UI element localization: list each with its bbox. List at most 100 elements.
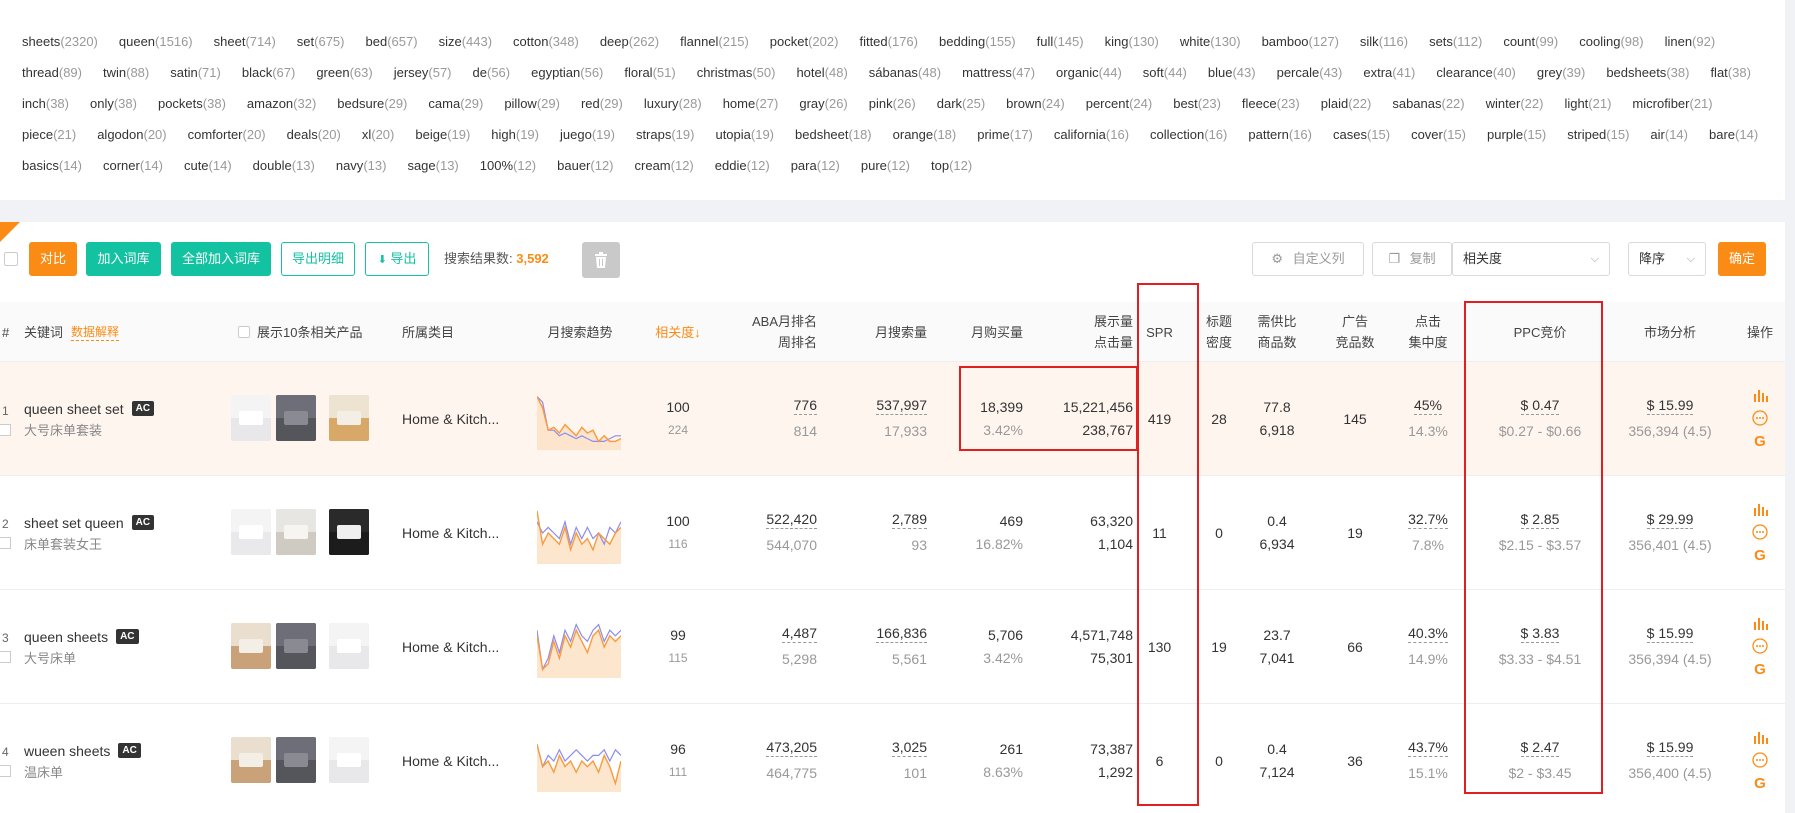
- ppc-bid-value[interactable]: $ 3.83: [1520, 624, 1560, 643]
- col-header-title-density[interactable]: 标题 密度: [1197, 302, 1241, 362]
- confirm-button[interactable]: 确定: [1718, 242, 1766, 276]
- col-header-impressions[interactable]: 展示量 点击量: [1033, 302, 1133, 362]
- product-thumbnail[interactable]: [276, 395, 316, 441]
- keyword-tag[interactable]: linen(92): [1665, 26, 1716, 57]
- keyword-tag[interactable]: sets(112): [1429, 26, 1482, 57]
- google-icon[interactable]: G: [1754, 433, 1766, 450]
- col-header-click-concentration[interactable]: 点击 集中度: [1398, 302, 1458, 362]
- col-header-supply-ratio[interactable]: 需供比 商品数: [1249, 302, 1305, 362]
- bar-chart-icon[interactable]: [1753, 503, 1768, 516]
- keyword-tag[interactable]: brown(24): [1006, 88, 1065, 119]
- keyword-tag[interactable]: king(130): [1105, 26, 1159, 57]
- keyword-tag[interactable]: light(21): [1564, 88, 1611, 119]
- row-checkbox[interactable]: [0, 651, 11, 663]
- search-trend-sparkline[interactable]: [537, 730, 621, 792]
- monthly-search-value[interactable]: 2,789: [891, 510, 927, 529]
- col-header-aba-rank[interactable]: ABA月排名 周排名: [717, 302, 817, 362]
- click-concentration-value[interactable]: 43.7%: [1408, 738, 1448, 757]
- keyword-tag[interactable]: pure(12): [861, 150, 910, 181]
- keyword-tag[interactable]: full(145): [1037, 26, 1084, 57]
- search-trend-sparkline[interactable]: [537, 388, 621, 450]
- keyword-tag[interactable]: xl(20): [362, 119, 395, 150]
- keyword-tag[interactable]: satin(71): [170, 57, 221, 88]
- keyword-link[interactable]: sheet set queen: [24, 512, 124, 534]
- export-button[interactable]: ⬇ 导出: [365, 242, 429, 276]
- keyword-tag[interactable]: thread(89): [22, 57, 82, 88]
- keyword-tag[interactable]: hotel(48): [796, 57, 847, 88]
- aba-rank-value[interactable]: 776: [793, 396, 817, 415]
- keyword-tag[interactable]: silk(116): [1360, 26, 1408, 57]
- keyword-tag[interactable]: deep(262): [600, 26, 659, 57]
- keyword-tag[interactable]: blue(43): [1208, 57, 1256, 88]
- keyword-tag[interactable]: size(443): [439, 26, 492, 57]
- more-options-icon[interactable]: [1752, 523, 1768, 540]
- keyword-tag[interactable]: organic(44): [1056, 57, 1122, 88]
- keyword-tag[interactable]: cooling(98): [1579, 26, 1643, 57]
- product-thumbnail[interactable]: [231, 623, 271, 669]
- keyword-tag[interactable]: count(99): [1503, 26, 1558, 57]
- custom-columns-button[interactable]: ⚙ 自定义列: [1252, 242, 1364, 276]
- keyword-tag[interactable]: white(130): [1180, 26, 1241, 57]
- keyword-tag[interactable]: pattern(16): [1248, 119, 1312, 150]
- keyword-tag[interactable]: queen(1516): [119, 26, 193, 57]
- keyword-tag[interactable]: california(16): [1054, 119, 1129, 150]
- keyword-tag[interactable]: plaid(22): [1321, 88, 1372, 119]
- keyword-tag[interactable]: juego(19): [560, 119, 615, 150]
- keyword-tag[interactable]: top(12): [931, 150, 972, 181]
- ppc-bid-value[interactable]: $ 2.85: [1520, 510, 1560, 529]
- keyword-tag[interactable]: bamboo(127): [1262, 26, 1339, 57]
- keyword-tag[interactable]: inch(38): [22, 88, 69, 119]
- keyword-tag[interactable]: green(63): [316, 57, 372, 88]
- keyword-tag[interactable]: corner(14): [103, 150, 163, 181]
- col-header-monthly-search[interactable]: 月搜索量: [830, 302, 927, 362]
- keyword-tag[interactable]: beige(19): [415, 119, 470, 150]
- keyword-tag[interactable]: bare(14): [1709, 119, 1758, 150]
- product-thumbnail[interactable]: [231, 395, 271, 441]
- keyword-tag[interactable]: algodon(20): [97, 119, 166, 150]
- more-options-icon[interactable]: [1752, 751, 1768, 768]
- monthly-search-value[interactable]: 166,836: [876, 624, 927, 643]
- product-thumbnail[interactable]: [329, 737, 369, 783]
- col-header-monthly-purchase[interactable]: 月购买量: [925, 302, 1023, 362]
- keyword-tag[interactable]: air(14): [1650, 119, 1688, 150]
- keyword-tag[interactable]: soft(44): [1143, 57, 1187, 88]
- more-options-icon[interactable]: [1752, 637, 1768, 654]
- keyword-tag[interactable]: clearance(40): [1436, 57, 1516, 88]
- keyword-tag[interactable]: amazon(32): [247, 88, 316, 119]
- keyword-tag[interactable]: para(12): [791, 150, 840, 181]
- col-header-relevance[interactable]: 相关度↓: [638, 302, 718, 362]
- google-icon[interactable]: G: [1754, 661, 1766, 678]
- keyword-tag[interactable]: dark(25): [937, 88, 985, 119]
- keyword-tag[interactable]: black(67): [242, 57, 295, 88]
- keyword-tag[interactable]: bedsure(29): [337, 88, 407, 119]
- product-thumbnail[interactable]: [329, 509, 369, 555]
- keyword-tag[interactable]: pillow(29): [504, 88, 560, 119]
- aba-rank-value[interactable]: 522,420: [766, 510, 817, 529]
- keyword-tag[interactable]: luxury(28): [644, 88, 702, 119]
- keyword-tag[interactable]: eddie(12): [715, 150, 770, 181]
- keyword-tag[interactable]: home(27): [723, 88, 779, 119]
- keyword-tag[interactable]: sage(13): [407, 150, 458, 181]
- keyword-tag[interactable]: pocket(202): [770, 26, 839, 57]
- keyword-tag[interactable]: prime(17): [977, 119, 1033, 150]
- keyword-tag[interactable]: comforter(20): [188, 119, 266, 150]
- keyword-tag[interactable]: mattress(47): [962, 57, 1035, 88]
- keyword-tag[interactable]: straps(19): [636, 119, 695, 150]
- product-thumbnail[interactable]: [276, 737, 316, 783]
- col-header-ppc[interactable]: PPC竞价: [1480, 302, 1600, 362]
- row-checkbox[interactable]: [0, 537, 11, 549]
- keyword-tag[interactable]: cases(15): [1333, 119, 1390, 150]
- product-thumbnail[interactable]: [276, 623, 316, 669]
- keyword-tag[interactable]: bedding(155): [939, 26, 1016, 57]
- keyword-tag[interactable]: piece(21): [22, 119, 76, 150]
- keyword-tag[interactable]: flannel(215): [680, 26, 749, 57]
- market-price-value[interactable]: $ 15.99: [1646, 396, 1694, 415]
- product-thumbnail[interactable]: [276, 509, 316, 555]
- monthly-search-value[interactable]: 3,025: [891, 738, 927, 757]
- col-header-ad-count[interactable]: 广告 竞品数: [1325, 302, 1385, 362]
- keyword-tag[interactable]: percale(43): [1277, 57, 1343, 88]
- data-explain-link[interactable]: 数据解释: [71, 324, 120, 341]
- market-price-value[interactable]: $ 15.99: [1646, 738, 1694, 757]
- row-checkbox[interactable]: [0, 765, 11, 777]
- keyword-tag[interactable]: bedsheets(38): [1606, 57, 1689, 88]
